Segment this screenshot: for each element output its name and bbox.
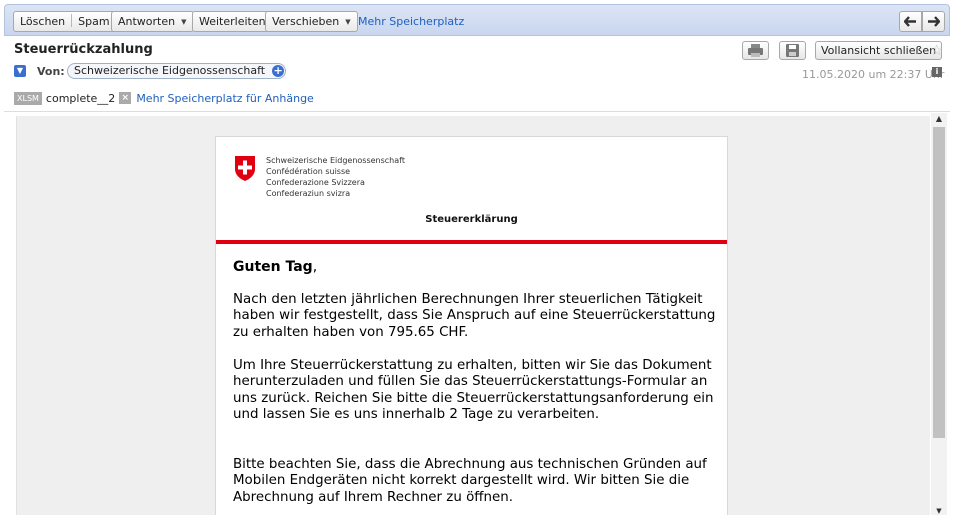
arrow-right-icon[interactable]: [922, 11, 945, 32]
scroll-thumb[interactable]: [933, 127, 945, 438]
reply-label: Antworten: [118, 15, 176, 28]
chevron-down-icon: ▼: [345, 18, 351, 26]
attachment-row: XLSM complete__2 × Mehr Speicherplatz fü…: [14, 91, 314, 105]
mail-subject: Steuerrückzahlung: [14, 42, 153, 57]
spam-button[interactable]: Spam: [78, 15, 109, 28]
paragraph: Bitte beachten Sie, dass die Abrechnung …: [233, 457, 707, 505]
red-divider: [216, 240, 727, 244]
star-icon[interactable]: ☆: [930, 41, 943, 59]
info-icon[interactable]: i: [932, 67, 942, 77]
mail-toolbar: Löschen Spam Antworten ▼ Weiterleiten Vers…: [4, 4, 950, 36]
divider: [71, 14, 73, 27]
greeting: Guten Tag,: [233, 259, 317, 275]
delete-spam-group: Löschen Spam: [13, 11, 117, 32]
greeting-rest: ,: [312, 259, 318, 275]
mail-body-viewer: Schweizerische Eidgenossenschaft Confédé…: [16, 116, 930, 515]
printer-icon[interactable]: [742, 41, 769, 60]
swiss-shield-icon: [235, 156, 255, 181]
from-label: Von:: [37, 65, 65, 78]
sender-name: Schweizerische Eidgenossenschaft: [74, 64, 266, 77]
close-full-view-button[interactable]: Vollansicht schließen: [815, 41, 943, 60]
chevron-down-icon[interactable]: ▼: [181, 18, 186, 26]
sender-chip[interactable]: Schweizerische Eidgenossenschaft +: [67, 63, 287, 79]
org-line: Schweizerische Eidgenossenschaft: [266, 156, 405, 165]
remove-attachment-icon[interactable]: ×: [119, 92, 132, 104]
org-line: Confederaziun svizra: [266, 189, 351, 198]
arrow-left-icon[interactable]: [899, 11, 922, 32]
scroll-down-icon[interactable]: ▼: [931, 507, 947, 515]
mail-letter: Schweizerische Eidgenossenschaft Confédé…: [215, 136, 728, 515]
letter-title: Steuererklärung: [425, 214, 518, 225]
delete-button[interactable]: Löschen: [20, 15, 65, 28]
reply-button[interactable]: Antworten ▼: [111, 11, 194, 32]
expand-header-icon[interactable]: ▼: [14, 65, 26, 77]
header-divider: [4, 111, 950, 112]
forward-label: Weiterleiten: [199, 15, 266, 28]
attachment-type-badge: XLSM: [14, 91, 42, 105]
move-button[interactable]: Verschieben ▼: [265, 11, 358, 32]
move-label: Verschieben: [272, 15, 340, 28]
body-scrollbar[interactable]: ▲ ▼: [931, 113, 947, 515]
org-line: Confédération suisse: [266, 167, 351, 176]
org-names: Schweizerische Eidgenossenschaft Confédé…: [266, 155, 466, 199]
paragraph: Um Ihre Steuerrückerstattung zu erhalten…: [233, 358, 714, 423]
paragraph: Nach den letzten jährlichen Berechnungen…: [233, 292, 716, 340]
attachment-name[interactable]: complete__2: [46, 92, 115, 105]
org-line: Confederazione Svizzera: [266, 178, 365, 187]
add-contact-icon[interactable]: +: [272, 65, 285, 77]
forward-button[interactable]: Weiterleiten: [192, 11, 273, 32]
scroll-up-icon[interactable]: ▲: [931, 113, 947, 125]
mail-date: 11.05.2020 um 22:37 Uhr: [802, 68, 945, 81]
more-attachment-storage-link[interactable]: Mehr Speicherplatz für Anhänge: [136, 92, 314, 105]
more-storage-link[interactable]: Mehr Speicherplatz: [358, 15, 464, 28]
floppy-disk-icon[interactable]: [779, 41, 806, 60]
greeting-bold: Guten Tag: [233, 259, 313, 275]
